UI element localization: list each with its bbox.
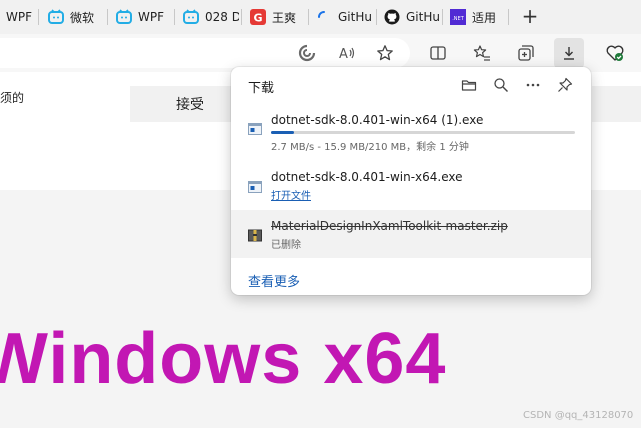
tab-github-loading[interactable]: GitHu [316, 4, 374, 30]
page-banner-edge [592, 86, 641, 122]
zip-archive-icon [248, 227, 262, 242]
svg-text:G: G [253, 12, 262, 25]
favorite-star-icon[interactable] [370, 38, 400, 68]
tab-divider [376, 9, 377, 25]
tab-divider [241, 9, 242, 25]
tab-divider [308, 9, 309, 25]
download-item-2[interactable]: dotnet-sdk-8.0.401-win-x64.exe 打开文件 [231, 163, 591, 209]
collections-icon[interactable] [511, 38, 541, 68]
tab-divider [174, 9, 175, 25]
edge-refresh-icon[interactable] [292, 38, 322, 68]
download-item-1[interactable]: dotnet-sdk-8.0.401-win-x64 (1).exe 2.7 M… [231, 105, 591, 155]
dotnet-icon: .NET [450, 9, 466, 25]
download-progress-bar [271, 131, 575, 134]
download-filename[interactable]: dotnet-sdk-8.0.401-win-x64.exe [271, 170, 463, 184]
svg-text:.NET: .NET [452, 16, 464, 22]
tab-label: 028 D [205, 10, 239, 24]
tab-028[interactable]: 028 D [183, 4, 239, 30]
tab-label: 适用 [472, 10, 497, 25]
bilibili-icon [183, 9, 199, 25]
downloads-icon[interactable] [554, 38, 584, 68]
tab-wangshuang[interactable]: G 王爽 [250, 4, 306, 30]
download-progress-fill [271, 131, 294, 134]
tab-label: GitHu [338, 10, 372, 24]
tab-label: 微软 [70, 10, 95, 25]
pin-icon[interactable] [553, 73, 577, 97]
search-downloads-icon[interactable] [489, 73, 513, 97]
tab-shiyong[interactable]: .NET 适用 [450, 4, 506, 30]
tab-github[interactable]: GitHu [384, 4, 440, 30]
download-status: 2.7 MB/s - 15.9 MB/210 MB，剩余 1 分钟 [271, 142, 469, 153]
tab-wpf-2[interactable]: WPF [116, 4, 172, 30]
tab-label: WPF [138, 10, 165, 24]
tab-divider [442, 9, 443, 25]
watermark-text: CSDN @qq_43128070 [523, 410, 634, 421]
page-text-fragment: 须的 [0, 91, 25, 105]
loading-spinner-icon [316, 9, 332, 25]
bilibili-icon [48, 9, 64, 25]
tab-weiruan[interactable]: 微软 [48, 4, 104, 30]
open-folder-icon[interactable] [457, 73, 481, 97]
hero-title: Windows x64 [0, 319, 447, 399]
github-icon [384, 9, 400, 25]
bilibili-icon [116, 9, 132, 25]
see-more-link[interactable]: 查看更多 [248, 271, 300, 290]
tab-divider [38, 9, 39, 25]
svg-text:A: A [339, 47, 348, 62]
tab-label: 王爽 [272, 10, 297, 25]
read-aloud-icon[interactable]: A [332, 38, 362, 68]
open-file-link[interactable]: 打开文件 [271, 187, 311, 202]
tab-label: WPF [6, 10, 33, 24]
favorites-icon[interactable] [467, 38, 497, 68]
tab-divider [508, 9, 509, 25]
downloads-flyout: 下载 dotnet-sdk-8.0.401-win-x64 (1).exe 2.… [231, 67, 591, 295]
more-options-icon[interactable] [521, 73, 545, 97]
download-filename: MaterialDesignInXamlToolkit-master.zip [271, 219, 508, 233]
tab-divider [107, 9, 108, 25]
tab-strip: WPF 微软 WPF 028 D G 王爽 GitHu GitHu .NET 适… [0, 0, 641, 34]
browser-essentials-icon[interactable] [600, 38, 630, 68]
red-g-icon: G [250, 9, 266, 25]
download-item-3[interactable]: MaterialDesignInXamlToolkit-master.zip 已… [231, 210, 591, 258]
download-filename[interactable]: dotnet-sdk-8.0.401-win-x64 (1).exe [271, 113, 483, 127]
downloads-title: 下载 [248, 81, 275, 96]
exe-file-icon [248, 179, 262, 193]
new-tab-button[interactable]: + [519, 6, 541, 28]
tab-label: GitHu [406, 10, 440, 24]
split-screen-icon[interactable] [423, 38, 453, 68]
download-status: 已删除 [271, 240, 301, 251]
tab-wpf-1[interactable]: WPF [6, 4, 36, 30]
exe-file-icon [248, 121, 262, 135]
